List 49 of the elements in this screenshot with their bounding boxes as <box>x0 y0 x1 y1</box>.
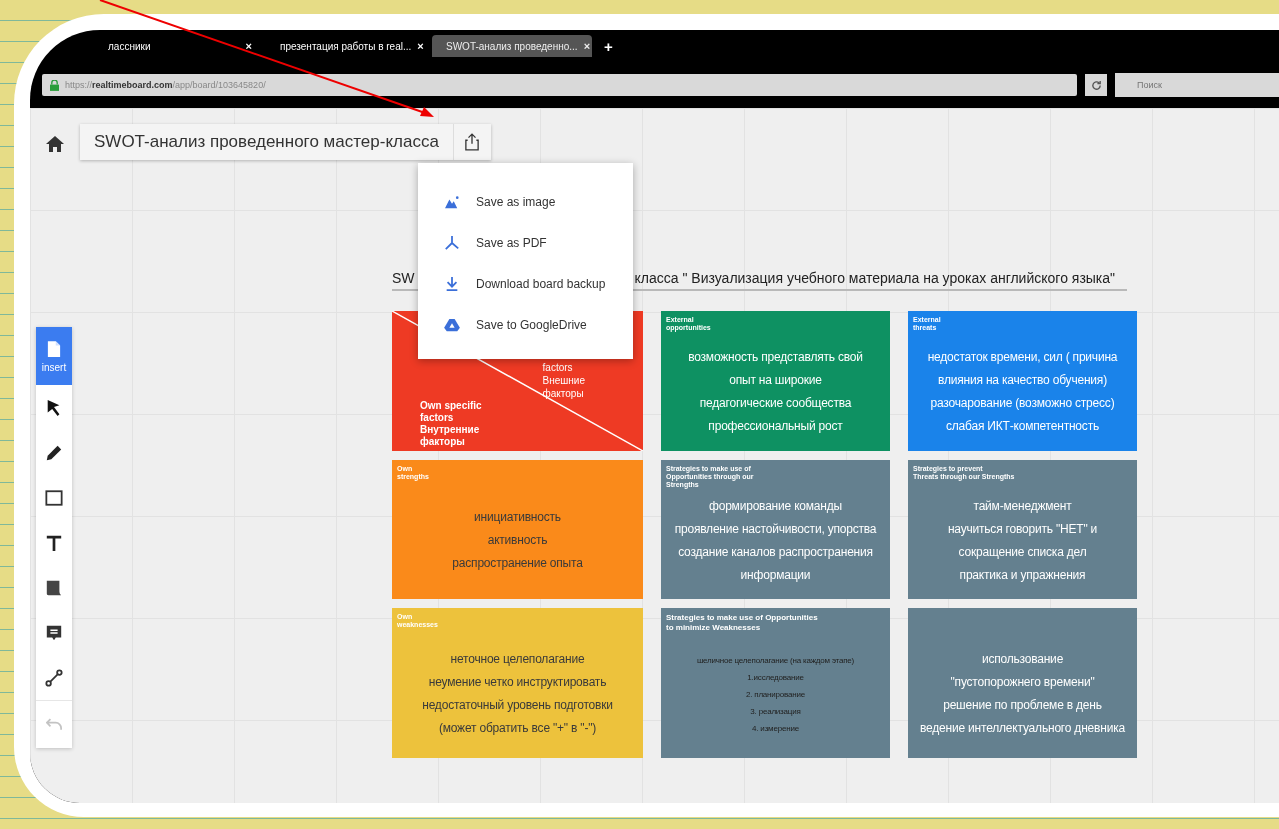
card-text: использование "пустопорожнего времени" решение по проблеме в день ведение интеллектуального дневника <box>920 651 1125 737</box>
document-icon <box>47 339 61 358</box>
card-text: инициативность активность распространение опыта <box>452 509 583 572</box>
card-text: шеличное целеполагание (на каждом этапе) 1.исследование 2. планирование 3. реализация 4. измерение <box>696 654 855 735</box>
connector-tool[interactable] <box>36 655 72 700</box>
new-tab-button[interactable]: + <box>598 36 619 56</box>
rectangle-icon[interactable] <box>45 488 63 507</box>
share-button[interactable] <box>452 124 491 160</box>
card-label: Own specific factors Внутренние факторы <box>420 400 482 448</box>
sticky-note-icon[interactable] <box>45 578 63 597</box>
address-field[interactable]: https://realtimeboard.com/app/board/103645820/ <box>42 74 1077 96</box>
home-icon[interactable] <box>45 135 65 153</box>
download-icon <box>444 275 460 292</box>
heading-text: класса " Визуализация учебного материала на уроках английского языка" <box>634 270 1116 286</box>
reload-button[interactable] <box>1085 74 1107 96</box>
browser-tab[interactable]: презентация работы в real... × <box>266 35 426 57</box>
connector-icon[interactable] <box>45 668 63 687</box>
insert-tool[interactable]: insert <box>36 327 72 385</box>
lock-icon <box>50 79 59 91</box>
text-icon[interactable] <box>45 533 63 552</box>
browser-tab[interactable]: лассники × <box>100 35 260 57</box>
menu-item[interactable]: Save as PDF <box>418 222 633 263</box>
reload-icon <box>1090 79 1102 91</box>
share-icon <box>465 133 480 151</box>
pencil-icon[interactable] <box>45 443 63 462</box>
card-text: возможность представлять свой опыт на широкие педагогические сообщества профессиональный рост <box>688 349 863 435</box>
board-title[interactable]: SWOT-анализ проведенного мастер-класса <box>80 132 453 152</box>
card-text: недостаток времени, сил ( причина влияния на качество обучения) разочарование (возможно стресс) слабая ИКТ-компетентность <box>927 349 1118 435</box>
image-icon <box>444 194 460 209</box>
card-text: неточное целеполагание неумение четко инструктировать недостаточный уровень подготовки (может обратить все "+" в "-") <box>422 651 613 737</box>
pdf-icon <box>444 234 460 251</box>
browser-tab[interactable]: SWOT-анализ проведенно... × <box>432 35 592 57</box>
undo-icon <box>46 718 62 731</box>
comment-icon[interactable] <box>45 623 63 642</box>
close-icon[interactable]: × <box>583 40 591 52</box>
heading-text: SW <box>392 270 415 286</box>
card-label: Strategies to make use of Opportunities to minimize Weaknesses <box>666 613 818 633</box>
card-text: тайм-менеджмент научиться говорить "НЕТ" и сокращение списка дел практика и упражнения <box>947 497 1098 584</box>
cursor-tool[interactable] <box>36 385 72 430</box>
card-label: factors Внешние факторы <box>542 361 585 400</box>
cursor-icon[interactable] <box>46 398 62 417</box>
search-field[interactable]: Поиск <box>1115 73 1279 97</box>
menu-item[interactable]: Save as image <box>418 181 633 222</box>
close-icon[interactable]: × <box>417 40 424 52</box>
drive-icon <box>444 317 460 332</box>
close-icon[interactable]: × <box>245 40 252 52</box>
menu-item[interactable]: Download board backup <box>418 263 633 304</box>
menu-item[interactable]: Save to GoogleDrive <box>418 304 633 345</box>
card-text: формирование команды проявление настойчивости, упорства создание каналов распространения информации <box>674 497 877 584</box>
